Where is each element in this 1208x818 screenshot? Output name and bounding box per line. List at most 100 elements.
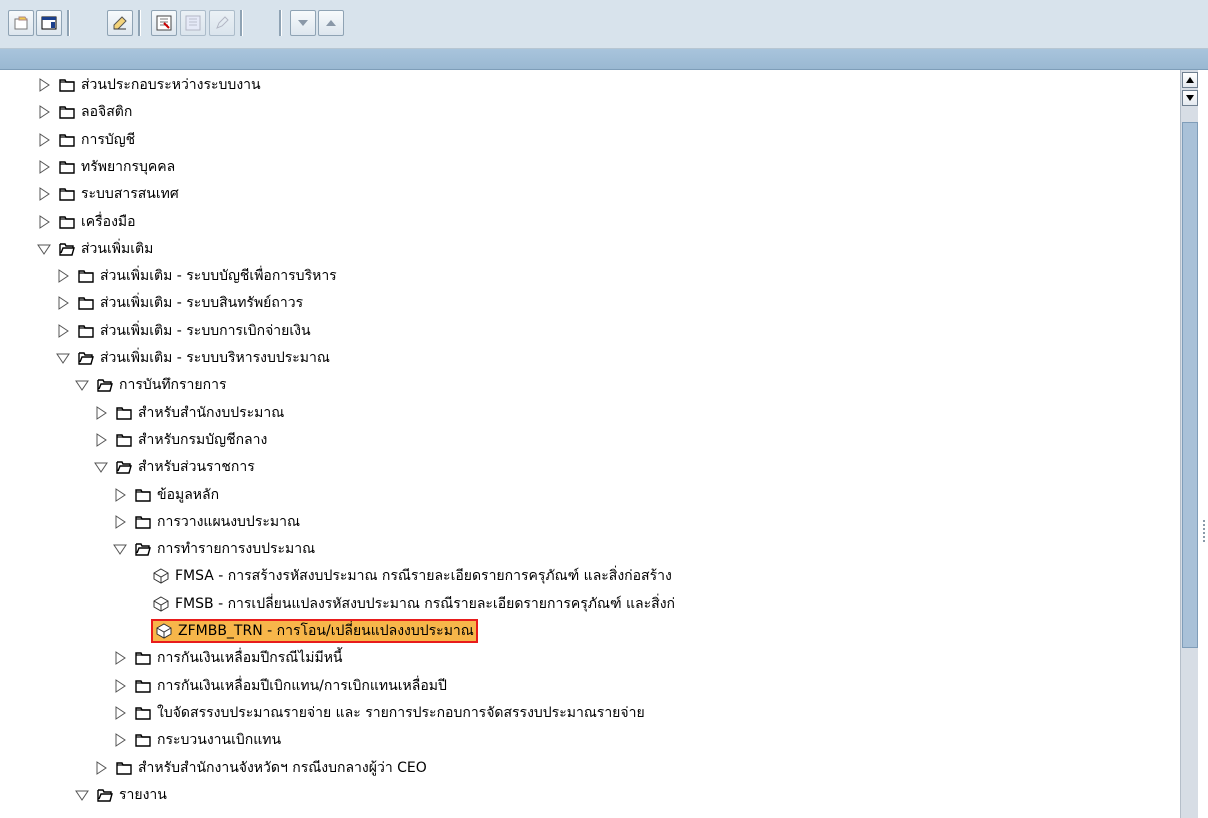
expand-arrow-icon[interactable]: [37, 105, 51, 120]
tree-folder-node[interactable]: ลอจิสติก: [37, 100, 132, 124]
pencil-erase-button[interactable]: [107, 10, 133, 36]
tree-folder-node[interactable]: ระบบสารสนเทศ: [37, 182, 179, 206]
resize-grip[interactable]: [1203, 520, 1205, 544]
folder-icon: [78, 269, 94, 283]
tree-node-label: ส่วนเพิ่มเติม: [81, 240, 154, 257]
tree-node-label: การบัญชี: [81, 131, 136, 148]
edit-pencil-icon: [216, 16, 229, 29]
tree-folder-node[interactable]: ส่วนเพิ่มเติม - ระบบสินทรัพย์ถาวร: [56, 291, 303, 315]
move-up-icon: [326, 20, 336, 26]
arrow-up-icon: [1186, 77, 1194, 83]
collapse-arrow-icon[interactable]: [94, 460, 108, 474]
folder-icon: [116, 433, 132, 447]
edit-pencil-button[interactable]: [209, 10, 235, 36]
expand-arrow-icon[interactable]: [37, 78, 51, 92]
move-down-icon: [298, 20, 308, 26]
tree-folder-node[interactable]: สำหรับสำนักงบประมาณ: [94, 401, 284, 425]
tree-folder-node[interactable]: สำหรับส่วนราชการ: [94, 455, 255, 479]
tree-folder-node[interactable]: การกันเงินเหลื่อมปีกรณีไม่มีหนี้: [113, 646, 343, 670]
tree-node-label: ส่วนประกอบระหว่างระบบงาน: [81, 77, 261, 93]
tree-node-label: ใบจัดสรรงบประมาณรายจ่าย และ รายการประกอบ…: [157, 704, 645, 721]
expand-arrow-icon[interactable]: [37, 214, 51, 229]
folder-icon: [59, 187, 75, 201]
tree-folder-node[interactable]: การวางแผนงบประมาณ: [113, 510, 300, 534]
expand-arrow-icon[interactable]: [113, 705, 127, 720]
tree-node-label: ข้อมูลหลัก: [157, 486, 220, 503]
tree-transaction-node[interactable]: FMSA - การสร้างรหัสงบประมาณ กรณีรายละเอี…: [153, 564, 672, 588]
menu-tree: ส่วนประกอบระหว่างระบบงานลอจิสติกการบัญชี…: [10, 70, 1178, 818]
folder-icon: [78, 324, 94, 338]
add-favorite-button[interactable]: [151, 10, 177, 36]
expand-arrow-icon[interactable]: [113, 514, 127, 529]
tree-node-label: การวางแผนงบประมาณ: [157, 513, 300, 530]
tree-node-label: การกันเงินเหลื่อมปีเบิกแทน/การเบิกแทนเหล…: [157, 677, 447, 694]
tree-node-label: ZFMBB_TRN - การโอน/เปลี่ยนแปลงงบประมาณ: [178, 623, 474, 639]
tree-node-label: กระบวนงานเบิกแทน: [157, 732, 282, 749]
tree-folder-node[interactable]: ส่วนเพิ่มเติม - ระบบการเบิกจ่ายเงิน: [56, 319, 311, 343]
folder-icon: [135, 488, 151, 502]
expand-arrow-icon[interactable]: [37, 187, 51, 202]
folder-open-icon: [135, 542, 151, 556]
tree-transaction-node[interactable]: FMSB - การเปลี่ยนแปลงรหัสงบประมาณ กรณีรา…: [153, 592, 675, 616]
tree-folder-node[interactable]: ส่วนเพิ่มเติม - ระบบบริหารงบประมาณ: [56, 346, 330, 370]
tree-folder-node[interactable]: ทรัพยากรบุคคล: [37, 155, 175, 179]
expand-arrow-icon[interactable]: [113, 733, 127, 748]
header-bar: [0, 49, 1208, 70]
expand-arrow-icon[interactable]: [113, 487, 127, 502]
expand-arrow-icon[interactable]: [56, 269, 70, 284]
move-up-button[interactable]: [318, 10, 344, 36]
tree-folder-node[interactable]: การบัญชี: [37, 128, 135, 152]
vertical-scrollbar[interactable]: [1180, 70, 1199, 818]
tree-folder-node[interactable]: ส่วนเพิ่มเติม: [37, 237, 153, 261]
tree-node-label: ส่วนเพิ่มเติม - ระบบการเบิกจ่ายเงิน: [100, 322, 311, 339]
tree-folder-node[interactable]: สำหรับสำนักงานจังหวัดฯ กรณีงบกลางผู้ว่า …: [94, 756, 427, 780]
scroll-thumb[interactable]: [1182, 122, 1198, 648]
tree-folder-node[interactable]: การบันทึกรายการ: [75, 373, 226, 397]
expand-arrow-icon[interactable]: [113, 678, 127, 693]
tree-node-label: การกันเงินเหลื่อมปีกรณีไม่มีหนี้: [157, 650, 343, 667]
open-folder-icon: [14, 16, 28, 30]
expand-arrow-icon[interactable]: [56, 323, 70, 338]
toolbar-separator: [240, 10, 243, 36]
collapse-arrow-icon[interactable]: [75, 788, 89, 802]
collapse-arrow-icon[interactable]: [113, 542, 127, 556]
tree-folder-node[interactable]: ข้อมูลหลัก: [113, 483, 219, 507]
scroll-up-button[interactable]: [1182, 72, 1198, 88]
arrow-down-icon: [1186, 95, 1194, 101]
tree-folder-node[interactable]: สำหรับกรมบัญชีกลาง: [94, 428, 267, 452]
tree-folder-node[interactable]: การกันเงินเหลื่อมปีเบิกแทน/การเบิกแทนเหล…: [113, 674, 447, 698]
tree-node-label: เครื่องมือ: [81, 213, 136, 230]
folder-icon: [59, 215, 75, 229]
tree-transaction-node[interactable]: ZFMBB_TRN - การโอน/เปลี่ยนแปลงงบประมาณ: [151, 619, 478, 643]
tree-folder-node[interactable]: ส่วนเพิ่มเติม - ระบบบัญชีเพื่อการบริหาร: [56, 264, 337, 288]
expand-arrow-icon[interactable]: [94, 760, 108, 775]
favorites-button[interactable]: [36, 10, 62, 36]
expand-arrow-icon[interactable]: [94, 432, 108, 447]
transaction-cube-icon: [153, 568, 169, 584]
expand-arrow-icon[interactable]: [113, 651, 127, 666]
scroll-down-button[interactable]: [1182, 90, 1198, 106]
tree-folder-node[interactable]: รายงาน: [75, 783, 167, 807]
collapse-arrow-icon[interactable]: [37, 242, 51, 256]
folder-open-icon: [78, 351, 94, 365]
tree-node-label: ส่วนเพิ่มเติม - ระบบสินทรัพย์ถาวร: [100, 295, 304, 312]
expand-arrow-icon[interactable]: [56, 296, 70, 311]
move-down-button[interactable]: [290, 10, 316, 36]
open-folder-button[interactable]: [8, 10, 34, 36]
tree-node-label: FMSB - การเปลี่ยนแปลงรหัสงบประมาณ กรณีรา…: [175, 595, 676, 612]
expand-arrow-icon[interactable]: [37, 132, 51, 147]
tree-folder-node[interactable]: ใบจัดสรรงบประมาณรายจ่าย และ รายการประกอบ…: [113, 701, 645, 725]
tree-folder-node[interactable]: กระบวนงานเบิกแทน: [113, 728, 281, 752]
tree-folder-node[interactable]: ส่วนประกอบระหว่างระบบงาน: [37, 73, 261, 97]
tree-node-label: การทำรายการงบประมาณ: [157, 541, 316, 558]
expand-arrow-icon[interactable]: [37, 159, 51, 174]
transaction-cube-icon: [156, 623, 172, 639]
collapse-arrow-icon[interactable]: [56, 351, 70, 365]
tree-folder-node[interactable]: เครื่องมือ: [37, 210, 136, 234]
folder-icon: [116, 406, 132, 420]
collapse-arrow-icon[interactable]: [75, 378, 89, 392]
tree-node-label: รายงาน: [119, 786, 167, 803]
change-favorite-button[interactable]: [180, 10, 206, 36]
tree-folder-node[interactable]: การทำรายการงบประมาณ: [113, 537, 315, 561]
expand-arrow-icon[interactable]: [94, 405, 108, 420]
